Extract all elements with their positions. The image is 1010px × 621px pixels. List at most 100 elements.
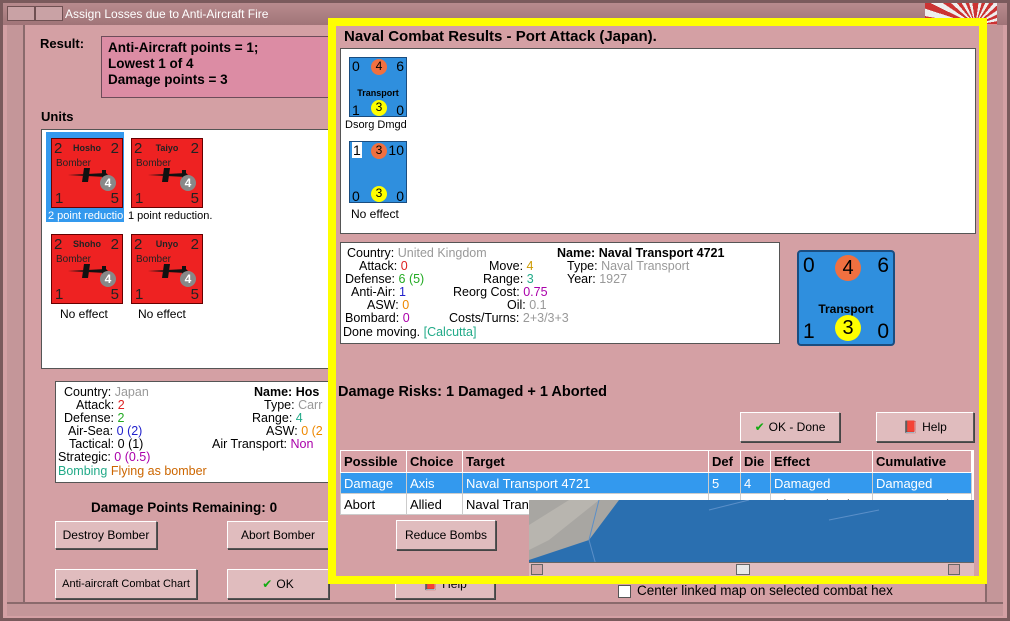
naval-defense-value: 6 (5) [398, 272, 425, 286]
ship-value: 3 [835, 315, 861, 341]
abort-bomber-button[interactable]: Abort Bomber [227, 521, 329, 549]
damage-risks: Damage Risks: 1 Damaged + 1 Aborted [338, 384, 608, 400]
type-label: Type: [264, 398, 295, 412]
destroy-bomber-button[interactable]: Destroy Bomber [55, 521, 157, 549]
counter-value: 1 [55, 190, 64, 207]
col-def[interactable]: Def [708, 450, 741, 473]
strategic-label: Strategic: [58, 450, 111, 464]
selected-ship-counter[interactable]: 0 4 6 Transport 1 3 0 [797, 250, 895, 346]
name-label: Name: [254, 385, 293, 399]
status-bombing: Bombing [58, 464, 108, 478]
naval-type-label: Type: [567, 259, 598, 273]
scroll-thumb[interactable] [736, 564, 750, 575]
result-line: Lowest 1 of 4 [108, 56, 194, 71]
col-choice[interactable]: Choice [406, 450, 463, 473]
table-cell: Allied [406, 493, 463, 515]
asw-value: 0 (2 [301, 424, 323, 438]
col-cumulative[interactable]: Cumulative [872, 450, 972, 473]
naval-bombard-value: 0 [402, 311, 410, 325]
col-die[interactable]: Die [740, 450, 771, 473]
unit-counter-hosho[interactable]: 2 Hosho 2 Bomber 4 1 5 [51, 138, 123, 208]
unit-counter-shoho[interactable]: 2 Shoho 2 Bomber 4 1 5 [51, 234, 123, 304]
ship-value: 4 [371, 59, 387, 75]
naval-costs-label: Costs/Turns: [449, 311, 520, 325]
book-icon: 📕 [903, 420, 919, 434]
naval-move-value: 4 [526, 259, 534, 273]
col-effect[interactable]: Effect [770, 450, 873, 473]
naval-defense-label: Defense: [345, 272, 396, 286]
naval-results-frame: Naval Combat Results - Port Attack (Japa… [328, 18, 987, 584]
ok-done-button[interactable]: ✔ OK - Done [740, 412, 840, 442]
naval-name-label: Name: [557, 246, 596, 260]
counter-value: 2 [190, 140, 199, 157]
unit-counter-unyo[interactable]: 2 Unyo 2 Bomber 4 1 5 [131, 234, 203, 304]
naval-units-panel: 0 4 6 Transport 1 3 0 Dsorg Dmgd 1 3 10 … [340, 48, 976, 234]
naval-asw-value: 0 [402, 298, 410, 312]
naval-type-value: Naval Transport [601, 259, 690, 273]
ship-caption: Dsorg Dmgd [345, 119, 407, 131]
counter-value: 2 [110, 140, 119, 157]
table-cell: Axis [406, 472, 463, 494]
naval-info-panel: Country: United Kingdom Attack: 0 Defens… [340, 242, 780, 344]
naval-help-button[interactable]: 📕 Help [876, 412, 974, 442]
naval-reorg-label: Reorg Cost: [453, 285, 520, 299]
unit-caption: No effect [138, 307, 186, 321]
scroll-left-arrow[interactable] [531, 564, 543, 575]
naval-range-value: 3 [526, 272, 534, 286]
counter-value: 5 [190, 190, 199, 207]
center-map-label: Center linked map on selected combat hex [637, 583, 893, 598]
location-value: [Calcutta] [423, 325, 477, 339]
map-scrollbar[interactable] [529, 562, 974, 576]
naval-attack-label: Attack: [359, 259, 398, 273]
ship-value: 6 [877, 254, 889, 277]
aa-combat-chart-button[interactable]: Anti-aircraft Combat Chart [55, 569, 197, 599]
table-row[interactable]: Damage Axis Naval Transport 4721 5 4 Dam… [340, 472, 972, 494]
asw-label: ASW: [266, 424, 298, 438]
naval-bombard-label: Bombard: [345, 311, 400, 325]
center-map-checkbox[interactable] [618, 585, 631, 598]
unit-caption: No effect [60, 307, 108, 321]
ship-value: 0 [352, 58, 360, 74]
counter-circle: 4 [180, 271, 196, 287]
ship-value: 4 [835, 255, 861, 281]
units-label: Units [41, 109, 74, 124]
ship-counter[interactable]: 0 4 6 Transport 1 3 0 [349, 57, 407, 118]
ship-value: 3 [371, 100, 387, 116]
naval-country-value: United Kingdom [397, 246, 487, 260]
unit-info-panel: Country: Japan Attack: 2 Defense: 2 Air-… [55, 381, 331, 483]
ship-counter[interactable]: 1 3 10 0 3 0 [349, 141, 407, 204]
tactical-label: Tactical: [69, 437, 115, 451]
status-flying: Flying as bomber [110, 464, 207, 478]
naval-asw-label: ASW: [367, 298, 399, 312]
range-value: 4 [295, 411, 303, 425]
airsea-label: Air-Sea: [68, 424, 114, 438]
system-menu-button[interactable] [7, 6, 35, 21]
damage-remaining: Damage Points Remaining: 0 [91, 500, 277, 515]
unit-caption: 2 point reduction. [48, 210, 133, 222]
counter-circle: 4 [100, 271, 116, 287]
reduce-bombs-button[interactable]: Reduce Bombs [396, 520, 496, 550]
col-possible[interactable]: Possible [340, 450, 407, 473]
attack-value: 2 [117, 398, 125, 412]
range-label: Range: [252, 411, 293, 425]
ship-caption: No effect [351, 207, 399, 221]
result-label: Result: [40, 36, 85, 51]
col-target[interactable]: Target [462, 450, 709, 473]
left-frame [7, 25, 25, 615]
type-value: Carr [298, 398, 323, 412]
scroll-right-arrow[interactable] [948, 564, 960, 575]
minimize-button[interactable] [35, 6, 63, 21]
ship-value: 0 [803, 254, 815, 277]
tactical-value: 0 (1) [117, 437, 144, 451]
ok-button[interactable]: ✔ OK [227, 569, 329, 599]
naval-costs-value: 2+3/3+3 [522, 311, 569, 325]
ok-done-label: OK - Done [768, 420, 826, 434]
airtransport-value: Non [290, 437, 314, 451]
unit-caption: 1 point reduction. [128, 210, 213, 222]
table-cell: Damaged [872, 472, 972, 494]
table-header-row: Possible Choice Target Def Die Effect Cu… [340, 450, 972, 473]
unit-counter-taiyo[interactable]: 2 Taiyo 2 Bomber 4 1 5 [131, 138, 203, 208]
ship-type: Transport [818, 302, 874, 316]
name-value: Hos [295, 385, 320, 399]
linked-map[interactable] [529, 500, 974, 576]
